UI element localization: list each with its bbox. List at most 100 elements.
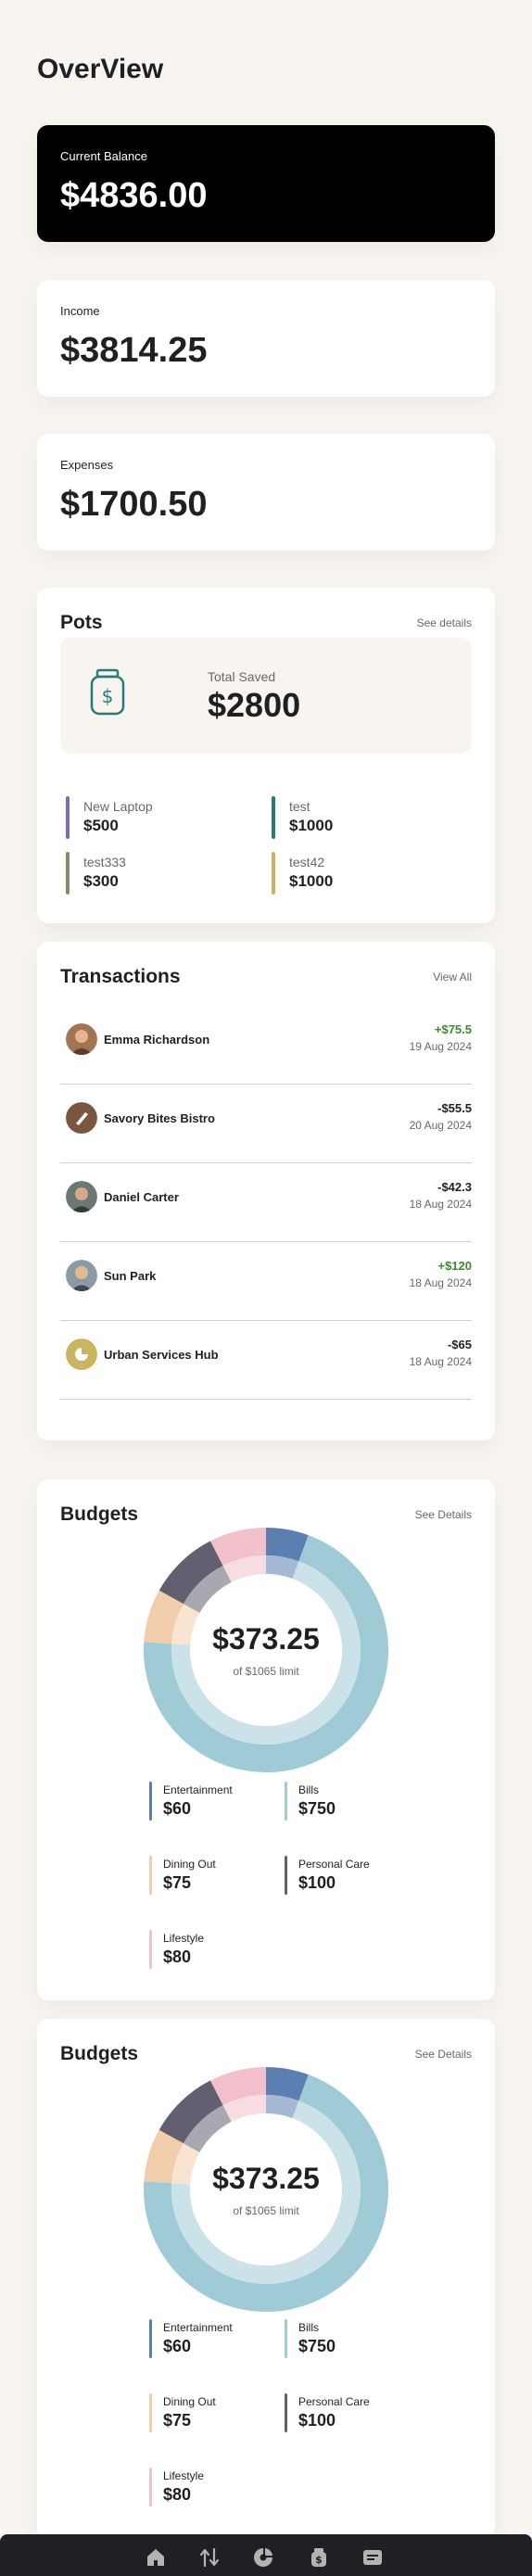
transactions-title: Transactions bbox=[60, 966, 181, 987]
legend-value: $75 bbox=[163, 1873, 192, 1892]
legend-name: Personal Care bbox=[298, 2395, 370, 2408]
legend-color-bar bbox=[285, 2319, 287, 2358]
pot-color-bar bbox=[66, 852, 70, 895]
current-balance-amount: $4836.00 bbox=[60, 176, 208, 215]
pot-name: test bbox=[289, 799, 310, 814]
budgets-see-details-link[interactable]: See Details bbox=[415, 1508, 472, 1521]
pot-color-bar bbox=[66, 796, 70, 839]
pot-value: $500 bbox=[83, 817, 119, 834]
legend-color-bar bbox=[149, 1856, 152, 1895]
budget-legend-item: Dining Out $75 bbox=[149, 2393, 288, 2434]
home-icon[interactable] bbox=[146, 2547, 166, 2568]
legend-name: Lifestyle bbox=[163, 1932, 205, 1945]
svg-text:$: $ bbox=[102, 685, 114, 707]
pots-see-details-link[interactable]: See details bbox=[417, 616, 472, 629]
budget-legend-item: Personal Care $100 bbox=[285, 1856, 424, 1897]
legend-value: $60 bbox=[163, 2337, 192, 2355]
budget-spent-amount: $373.25 bbox=[212, 2162, 320, 2195]
budget-donut-chart: $373.25 of $1065 limit bbox=[144, 2067, 388, 2312]
svg-text:$: $ bbox=[315, 2554, 323, 2566]
budgets-card: Budgets See Details $373.25 of $1065 lim… bbox=[37, 1479, 495, 2000]
avatar bbox=[66, 1339, 97, 1370]
transaction-amount: +$75.5 bbox=[434, 1022, 472, 1036]
pot-color-bar bbox=[272, 796, 275, 839]
legend-name: Personal Care bbox=[298, 1858, 370, 1871]
pot-item: test42 $1000 bbox=[266, 852, 451, 895]
expenses-amount: $1700.50 bbox=[60, 485, 208, 524]
legend-value: $750 bbox=[298, 2337, 336, 2355]
transaction-name: Urban Services Hub bbox=[104, 1348, 219, 1362]
budget-limit-text: of $1065 limit bbox=[233, 2204, 299, 2217]
transaction-name: Daniel Carter bbox=[104, 1190, 179, 1204]
legend-color-bar bbox=[149, 2319, 152, 2358]
budget-donut-chart: $373.25 of $1065 limit bbox=[144, 1528, 388, 1772]
legend-value: $750 bbox=[298, 1799, 336, 1818]
budgets-title: Budgets bbox=[60, 2043, 138, 2064]
pot-item: test $1000 bbox=[266, 796, 451, 839]
legend-value: $75 bbox=[163, 2411, 192, 2430]
transaction-row[interactable]: Sun Park +$120 18 Aug 2024 bbox=[60, 1242, 472, 1321]
budget-legend-item: Lifestyle $80 bbox=[149, 1930, 288, 1971]
pot-value: $1000 bbox=[289, 872, 334, 890]
budget-legend-item: Dining Out $75 bbox=[149, 1856, 288, 1897]
transaction-row[interactable]: Emma Richardson +$75.5 19 Aug 2024 bbox=[60, 1006, 472, 1085]
budgets-see-details-link[interactable]: See Details bbox=[415, 2048, 472, 2061]
pot-name: New Laptop bbox=[83, 799, 153, 814]
page-title: OverView bbox=[37, 54, 164, 84]
budget-legend-item: Personal Care $100 bbox=[285, 2393, 424, 2434]
legend-color-bar bbox=[285, 1856, 287, 1895]
transaction-amount: -$55.5 bbox=[437, 1101, 472, 1115]
avatar bbox=[66, 1260, 97, 1291]
pot-item: New Laptop $500 bbox=[60, 796, 246, 839]
budget-legend-item: Entertainment $60 bbox=[149, 2319, 288, 2360]
avatar bbox=[66, 1023, 97, 1055]
budget-spent-amount: $373.25 bbox=[212, 1622, 320, 1656]
total-saved-box: $ Total Saved $2800 bbox=[60, 638, 472, 754]
transaction-date: 19 Aug 2024 bbox=[409, 1040, 472, 1053]
legend-color-bar bbox=[285, 1782, 287, 1821]
pot-name: test333 bbox=[83, 855, 126, 869]
legend-color-bar bbox=[149, 2468, 152, 2506]
bottom-navigation: $ bbox=[0, 2534, 532, 2576]
transaction-date: 18 Aug 2024 bbox=[409, 1355, 472, 1368]
transaction-name: Savory Bites Bistro bbox=[104, 1111, 215, 1125]
transaction-date: 18 Aug 2024 bbox=[409, 1198, 472, 1211]
pot-name: test42 bbox=[289, 855, 325, 869]
budgets-title: Budgets bbox=[60, 1504, 138, 1525]
legend-name: Entertainment bbox=[163, 1783, 233, 1796]
legend-color-bar bbox=[149, 1930, 152, 1969]
budget-legend-item: Bills $750 bbox=[285, 1782, 424, 1822]
avatar bbox=[66, 1102, 97, 1134]
legend-name: Bills bbox=[298, 2321, 320, 2334]
legend-color-bar bbox=[149, 2393, 152, 2432]
avatar bbox=[66, 1181, 97, 1212]
legend-color-bar bbox=[285, 2393, 287, 2432]
budgets-icon[interactable] bbox=[253, 2547, 273, 2568]
legend-name: Entertainment bbox=[163, 2321, 233, 2334]
transaction-row[interactable]: Daniel Carter -$42.3 18 Aug 2024 bbox=[60, 1163, 472, 1242]
legend-name: Bills bbox=[298, 1783, 320, 1796]
recurring-bills-icon[interactable] bbox=[362, 2547, 383, 2568]
budget-limit-text: of $1065 limit bbox=[233, 1665, 299, 1678]
legend-name: Dining Out bbox=[163, 2395, 216, 2408]
transaction-row[interactable]: Savory Bites Bistro -$55.5 20 Aug 2024 bbox=[60, 1085, 472, 1163]
transactions-view-all-link[interactable]: View All bbox=[433, 971, 472, 983]
pot-color-bar bbox=[272, 852, 275, 895]
legend-value: $60 bbox=[163, 1799, 192, 1818]
transactions-card: Transactions View All Emma Richardson +$… bbox=[37, 942, 495, 1440]
legend-color-bar bbox=[149, 1782, 152, 1821]
legend-value: $80 bbox=[163, 1948, 192, 1966]
transaction-row[interactable]: Urban Services Hub -$65 18 Aug 2024 bbox=[60, 1321, 472, 1400]
transactions-icon[interactable] bbox=[199, 2547, 220, 2568]
income-card: Income $3814.25 bbox=[37, 280, 495, 397]
legend-name: Dining Out bbox=[163, 1858, 216, 1871]
pots-icon[interactable]: $ bbox=[309, 2547, 329, 2568]
transaction-date: 20 Aug 2024 bbox=[409, 1119, 472, 1132]
transaction-date: 18 Aug 2024 bbox=[409, 1276, 472, 1289]
legend-name: Lifestyle bbox=[163, 2469, 205, 2482]
transaction-amount: +$120 bbox=[437, 1259, 472, 1273]
budgets-card: Budgets See Details $373.25 of $1065 lim… bbox=[37, 2019, 495, 2540]
budget-legend-item: Lifestyle $80 bbox=[149, 2468, 288, 2508]
legend-value: $80 bbox=[163, 2485, 192, 2504]
jar-icon: $ bbox=[90, 668, 125, 716]
